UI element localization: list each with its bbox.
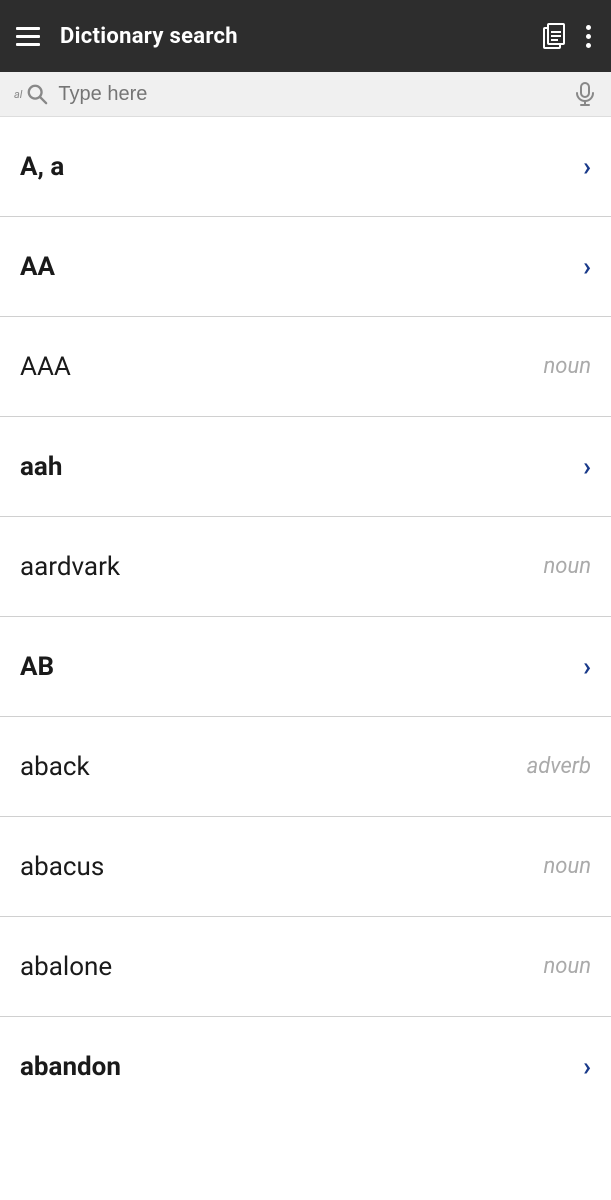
word-label: aardvark xyxy=(20,552,120,582)
word-label: A, a xyxy=(20,152,64,182)
copy-icon[interactable] xyxy=(540,22,568,50)
header-actions xyxy=(540,21,595,52)
list-item[interactable]: A, a › xyxy=(0,117,611,217)
word-label: abacus xyxy=(20,852,104,882)
word-label: aah xyxy=(20,452,62,482)
search-icon-wrapper: al xyxy=(14,83,48,105)
page-title: Dictionary search xyxy=(60,24,540,49)
word-label: AA xyxy=(20,252,55,282)
list-item[interactable]: AB › xyxy=(0,617,611,717)
list-item[interactable]: aah › xyxy=(0,417,611,517)
chevron-right-icon: › xyxy=(583,152,591,182)
part-of-speech-label: noun xyxy=(543,954,591,979)
part-of-speech-label: noun xyxy=(543,354,591,379)
list-item[interactable]: AA › xyxy=(0,217,611,317)
part-of-speech-label: noun xyxy=(543,554,591,579)
more-options-icon[interactable] xyxy=(582,21,595,52)
list-item[interactable]: abandon › xyxy=(0,1017,611,1117)
app-header: Dictionary search xyxy=(0,0,611,72)
word-label: abandon xyxy=(20,1052,121,1082)
microphone-icon[interactable] xyxy=(573,82,597,106)
list-item[interactable]: aardvark noun xyxy=(0,517,611,617)
list-item[interactable]: abacus noun xyxy=(0,817,611,917)
chevron-right-icon: › xyxy=(583,1052,591,1082)
list-item[interactable]: aback adverb xyxy=(0,717,611,817)
word-label: abalone xyxy=(20,952,112,982)
chevron-right-icon: › xyxy=(583,652,591,682)
part-of-speech-label: noun xyxy=(543,854,591,879)
menu-icon[interactable] xyxy=(16,27,40,46)
word-label: AAA xyxy=(20,352,71,382)
word-label: AB xyxy=(20,652,54,682)
chevron-right-icon: › xyxy=(583,452,591,482)
search-input[interactable] xyxy=(58,83,563,106)
word-label: aback xyxy=(20,752,90,782)
dictionary-list: A, a›AA›AAAnounaah›aardvarknounAB›abacka… xyxy=(0,117,611,1117)
part-of-speech-label: adverb xyxy=(527,754,591,779)
search-bar: al xyxy=(0,72,611,117)
chevron-right-icon: › xyxy=(583,252,591,282)
list-item[interactable]: AAA noun xyxy=(0,317,611,417)
search-prefix: al xyxy=(14,88,22,101)
list-item[interactable]: abalone noun xyxy=(0,917,611,1017)
search-icon xyxy=(26,83,48,105)
